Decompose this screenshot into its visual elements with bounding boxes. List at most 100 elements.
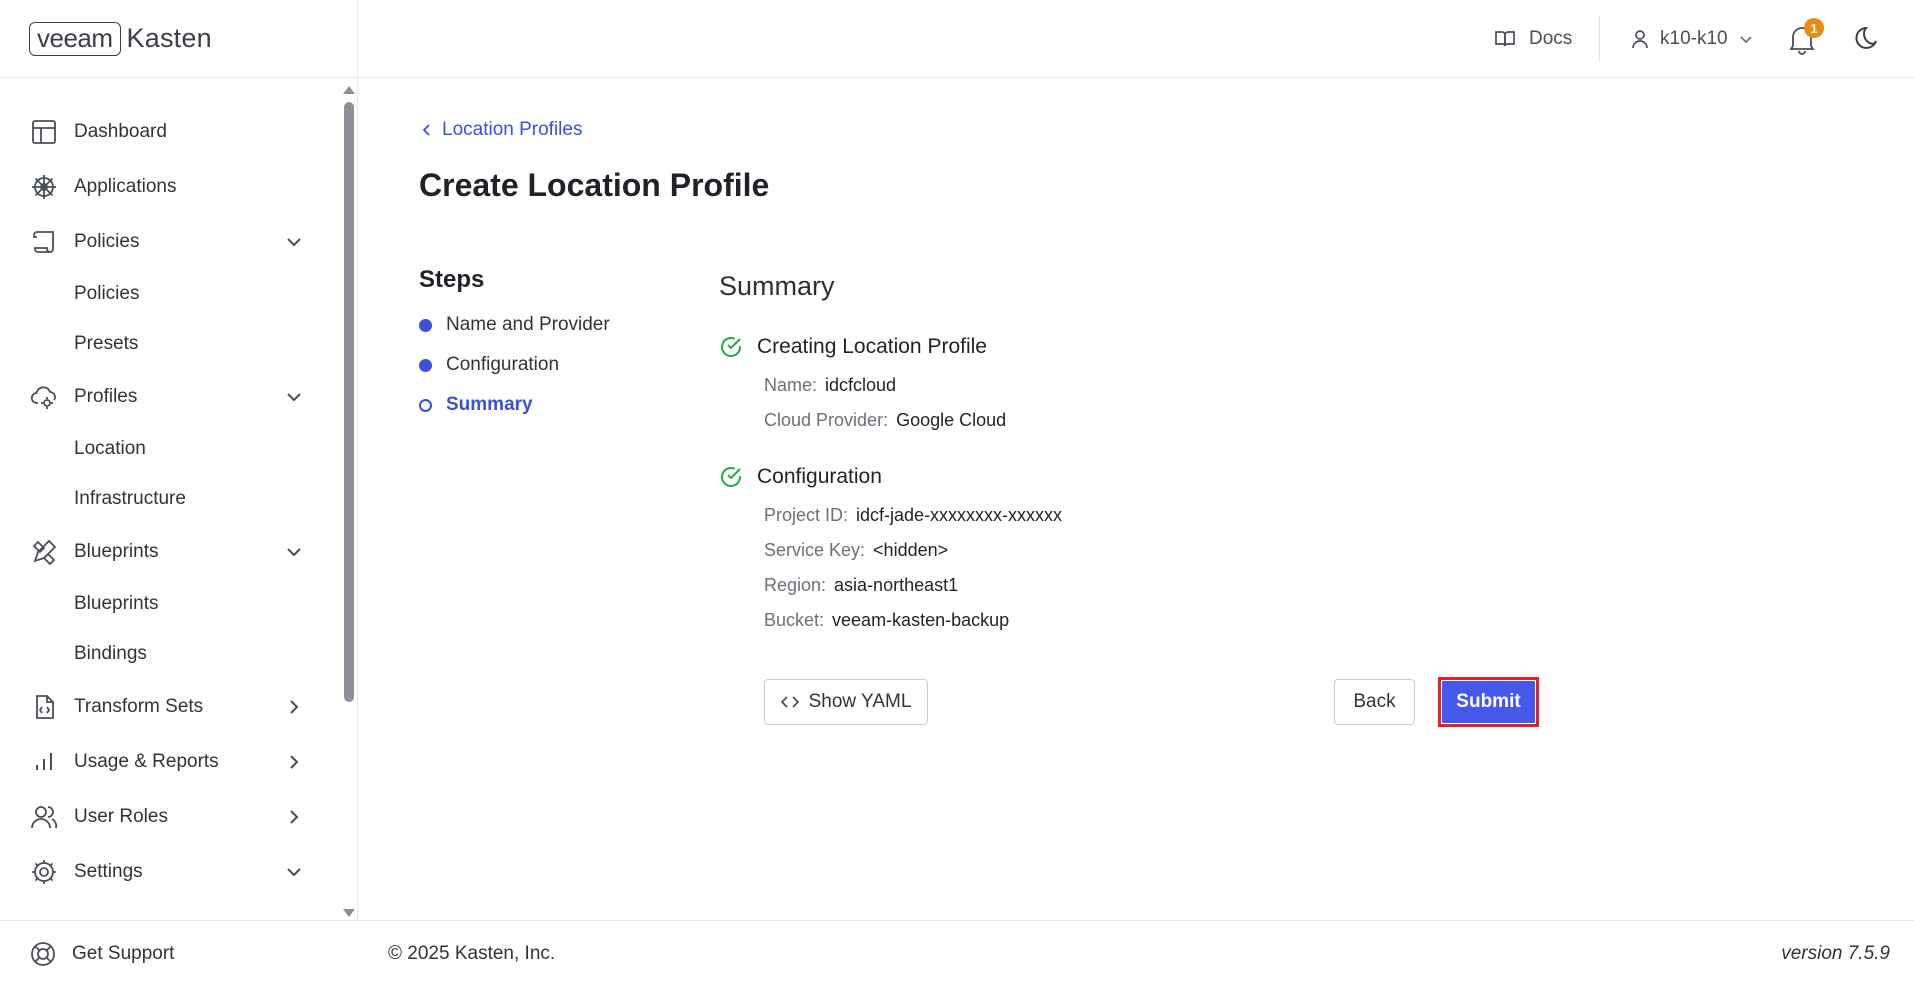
sidebar-item-label: User Roles xyxy=(74,805,168,827)
code-icon xyxy=(780,694,799,710)
step-current-dot xyxy=(419,398,432,412)
sidebar-nav: Dashboard Applications Policies Policies xyxy=(0,78,340,920)
step-configuration[interactable]: Configuration xyxy=(419,354,559,376)
sidebar-scrollbar[interactable] xyxy=(340,84,358,920)
sidebar-item-label: Profiles xyxy=(74,385,138,407)
field-key: Cloud Provider: xyxy=(764,410,889,430)
step-label: Summary xyxy=(446,394,533,415)
sidebar-subitem-policies[interactable]: Policies xyxy=(0,269,340,319)
lifebuoy-icon xyxy=(29,940,57,968)
step-label: Name and Provider xyxy=(446,314,610,335)
file-code-icon xyxy=(29,692,59,722)
user-menu[interactable]: k10-k10 xyxy=(1630,22,1754,56)
sidebar-item-label: Policies xyxy=(74,230,140,252)
kasten-logo-text: Kasten xyxy=(126,23,212,53)
chevron-right-icon[interactable] xyxy=(283,696,305,718)
scrollbar-thumb[interactable] xyxy=(344,102,354,702)
check-circle-icon xyxy=(719,465,743,489)
field-region: Region: asia-northeast1 xyxy=(764,575,958,596)
notification-count-badge: 1 xyxy=(1804,18,1824,38)
get-support-label: Get Support xyxy=(72,942,175,964)
sidebar: veeam Kasten Dashboard Applications Poli… xyxy=(0,0,358,986)
sidebar-item-transform-sets[interactable]: Transform Sets xyxy=(0,679,340,734)
sidebar-item-label: Applications xyxy=(74,175,177,197)
field-key: Region: xyxy=(764,575,827,595)
scroll-up-arrow-icon[interactable] xyxy=(343,86,355,94)
field-value: veeam-kasten-backup xyxy=(832,610,1010,630)
summary-title: Summary xyxy=(719,271,835,301)
field-key: Service Key: xyxy=(764,540,866,560)
show-yaml-button[interactable]: Show YAML xyxy=(764,679,928,725)
steps-title: Steps xyxy=(419,266,485,293)
field-name: Name: idcfcloud xyxy=(764,375,896,396)
docs-label: Docs xyxy=(1529,28,1573,49)
sidebar-item-profiles[interactable]: Profiles xyxy=(0,369,340,424)
step-name-and-provider[interactable]: Name and Provider xyxy=(419,314,610,336)
show-yaml-label: Show YAML xyxy=(808,691,912,712)
scroll-down-arrow-icon[interactable] xyxy=(343,909,355,917)
section-configuration: Configuration xyxy=(719,465,882,489)
sidebar-subitem-blueprints[interactable]: Blueprints xyxy=(0,579,340,629)
version-text: version 7.5.9 xyxy=(1781,943,1890,964)
field-value: idcfcloud xyxy=(825,375,897,395)
section-title: Configuration xyxy=(757,465,882,488)
page-title: Create Location Profile xyxy=(419,167,770,203)
chevron-down-icon xyxy=(1738,31,1754,47)
sidebar-item-dashboard[interactable]: Dashboard xyxy=(0,104,340,159)
chevron-right-icon[interactable] xyxy=(283,751,305,773)
copyright-text: © 2025 Kasten, Inc. xyxy=(388,943,556,964)
gear-icon xyxy=(29,857,59,887)
helm-wheel-icon xyxy=(29,172,59,202)
chevron-down-icon[interactable] xyxy=(283,541,305,563)
step-done-dot xyxy=(419,358,432,372)
get-support-link[interactable]: Get Support xyxy=(0,920,358,986)
notifications-button[interactable]: 1 xyxy=(1787,18,1824,56)
sidebar-item-label: Settings xyxy=(74,860,143,882)
submit-button[interactable]: Submit xyxy=(1441,680,1536,724)
docs-link[interactable]: Docs xyxy=(1494,22,1572,56)
field-value: asia-northeast1 xyxy=(834,575,959,595)
field-cloud-provider: Cloud Provider: Google Cloud xyxy=(764,410,1006,431)
step-label: Configuration xyxy=(446,354,560,375)
section-title: Creating Location Profile xyxy=(757,335,987,358)
pencil-ruler-icon xyxy=(29,537,59,567)
chevron-down-icon[interactable] xyxy=(283,386,305,408)
breadcrumb-location-profiles[interactable]: Location Profiles xyxy=(420,119,582,141)
sidebar-item-user-roles[interactable]: User Roles xyxy=(0,789,340,844)
sidebar-item-label: Blueprints xyxy=(74,540,159,562)
step-summary[interactable]: Summary xyxy=(419,394,533,416)
field-value: <hidden> xyxy=(873,540,949,560)
sidebar-subitem-location[interactable]: Location xyxy=(0,424,340,474)
chevron-down-icon[interactable] xyxy=(283,861,305,883)
veeam-logo-text: veeam xyxy=(29,21,121,56)
sidebar-item-label: Usage & Reports xyxy=(74,750,219,772)
theme-toggle-button[interactable] xyxy=(1852,22,1886,56)
sidebar-subitem-presets[interactable]: Presets xyxy=(0,319,340,369)
main-content: Location Profiles Create Location Profil… xyxy=(358,79,1914,920)
bar-chart-icon xyxy=(29,747,59,777)
field-service-key: Service Key: <hidden> xyxy=(764,540,948,561)
sidebar-item-applications[interactable]: Applications xyxy=(0,159,340,214)
step-done-dot xyxy=(419,318,432,332)
moon-icon xyxy=(1852,22,1886,56)
sidebar-item-blueprints[interactable]: Blueprints xyxy=(0,524,340,579)
sidebar-item-label: Transform Sets xyxy=(74,695,204,717)
sidebar-item-policies[interactable]: Policies xyxy=(0,214,340,269)
sidebar-subitem-infrastructure[interactable]: Infrastructure xyxy=(0,474,340,524)
scroll-icon xyxy=(29,227,59,257)
chevron-down-icon[interactable] xyxy=(283,231,305,253)
field-bucket: Bucket: veeam-kasten-backup xyxy=(764,610,1009,631)
back-button[interactable]: Back xyxy=(1334,679,1415,725)
cloud-gear-icon xyxy=(29,382,59,412)
sidebar-subitem-bindings[interactable]: Bindings xyxy=(0,629,340,679)
sidebar-item-usage-reports[interactable]: Usage & Reports xyxy=(0,734,340,789)
header-divider xyxy=(1599,16,1600,62)
field-value: idcf-jade-xxxxxxxx-xxxxxx xyxy=(856,505,1063,525)
user-name: k10-k10 xyxy=(1660,28,1728,49)
chevron-right-icon[interactable] xyxy=(283,806,305,828)
brand-logo[interactable]: veeam Kasten xyxy=(0,0,357,78)
dashboard-icon xyxy=(29,117,59,147)
sidebar-item-settings[interactable]: Settings xyxy=(0,844,340,899)
submit-highlight-box: Submit xyxy=(1438,677,1539,727)
section-creating-location-profile: Creating Location Profile xyxy=(719,335,987,359)
